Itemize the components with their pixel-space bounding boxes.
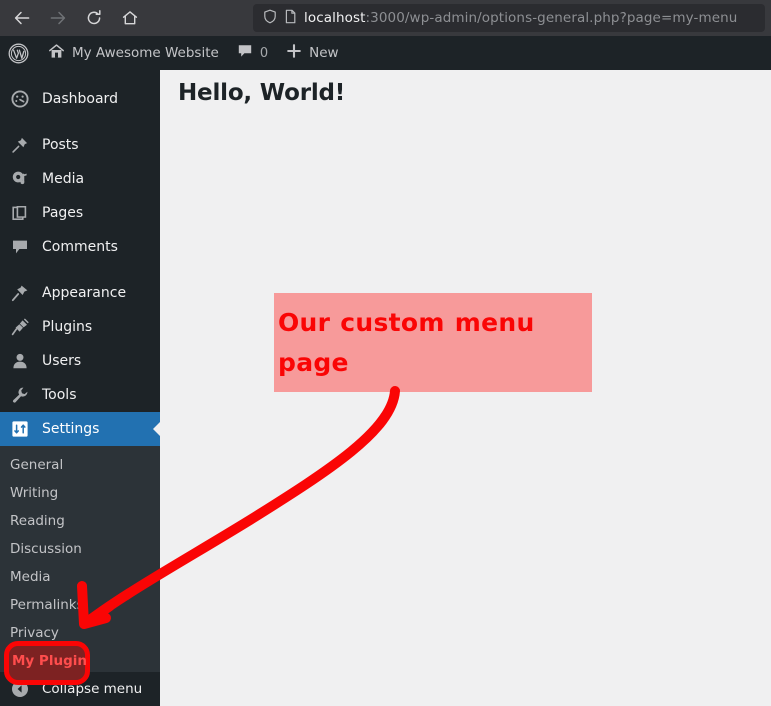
sidebar-item-posts[interactable]: Posts bbox=[0, 128, 160, 162]
sidebar-item-label: Media bbox=[42, 171, 85, 187]
sidebar-item-label: Dashboard bbox=[42, 91, 118, 107]
address-bar[interactable]: localhost:3000/wp-admin/options-general.… bbox=[253, 4, 765, 32]
sidebar-item-label: Plugins bbox=[42, 319, 93, 335]
site-name-label: My Awesome Website bbox=[72, 45, 219, 61]
submenu-item-general[interactable]: General bbox=[0, 451, 160, 479]
home-house-icon bbox=[48, 43, 65, 64]
url-text: localhost:3000/wp-admin/options-general.… bbox=[304, 10, 737, 26]
sidebar-item-dashboard[interactable]: Dashboard bbox=[0, 82, 160, 116]
settings-icon bbox=[10, 419, 30, 439]
shield-icon bbox=[263, 9, 277, 28]
submenu-item-permalinks[interactable]: Permalinks bbox=[0, 591, 160, 619]
sidebar-item-pages[interactable]: Pages bbox=[0, 196, 160, 230]
sidebar-item-label: Settings bbox=[42, 421, 100, 437]
submenu-item-discussion[interactable]: Discussion bbox=[0, 535, 160, 563]
browser-nav-buttons bbox=[0, 3, 148, 33]
home-icon[interactable] bbox=[112, 3, 148, 33]
submenu-item-reading[interactable]: Reading bbox=[0, 507, 160, 535]
users-icon bbox=[10, 351, 30, 371]
new-label: New bbox=[309, 45, 339, 61]
dashboard-icon bbox=[10, 89, 30, 109]
pages-icon bbox=[10, 203, 30, 223]
sidebar-item-plugins[interactable]: Plugins bbox=[0, 310, 160, 344]
appearance-icon bbox=[10, 283, 30, 303]
sidebar-separator bbox=[0, 264, 160, 276]
pin-icon bbox=[10, 135, 30, 155]
url-path: :3000/wp-admin/options-general.php?page=… bbox=[365, 10, 738, 26]
sidebar-item-label: Users bbox=[42, 353, 82, 369]
submenu-item-media[interactable]: Media bbox=[0, 563, 160, 591]
admin-sidebar: Dashboard Posts Media Pages Comments App… bbox=[0, 70, 160, 706]
collapse-menu-button[interactable]: Collapse menu bbox=[0, 672, 160, 706]
browser-toolbar: localhost:3000/wp-admin/options-general.… bbox=[0, 0, 771, 36]
media-icon bbox=[10, 169, 30, 189]
sidebar-item-label: Tools bbox=[42, 387, 77, 403]
sidebar-item-label: Appearance bbox=[42, 285, 127, 301]
site-name-menu[interactable]: My Awesome Website bbox=[39, 36, 228, 70]
wp-admin-bar: My Awesome Website 0 New bbox=[0, 36, 771, 70]
wordpress-logo-icon[interactable] bbox=[0, 36, 39, 70]
plus-icon bbox=[286, 43, 302, 63]
collapse-arrow-icon bbox=[10, 679, 30, 699]
sidebar-item-label: Pages bbox=[42, 205, 84, 221]
page-icon bbox=[284, 9, 297, 28]
sidebar-top-spacer bbox=[0, 70, 160, 82]
comments-icon bbox=[10, 237, 30, 257]
url-host: localhost bbox=[304, 10, 366, 26]
sidebar-item-media[interactable]: Media bbox=[0, 162, 160, 196]
sidebar-item-label: Posts bbox=[42, 137, 79, 153]
settings-submenu: General Writing Reading Discussion Media… bbox=[0, 446, 160, 682]
sidebar-item-appearance[interactable]: Appearance bbox=[0, 276, 160, 310]
plugins-icon bbox=[10, 317, 30, 337]
tools-icon bbox=[10, 385, 30, 405]
submenu-item-writing[interactable]: Writing bbox=[0, 479, 160, 507]
comment-bubble-icon bbox=[237, 43, 253, 63]
comments-bubble-menu[interactable]: 0 bbox=[228, 36, 277, 70]
sidebar-item-label: Comments bbox=[42, 239, 118, 255]
sidebar-item-comments[interactable]: Comments bbox=[0, 230, 160, 264]
main-content: Hello, World! bbox=[160, 70, 771, 706]
reload-icon[interactable] bbox=[76, 3, 112, 33]
browser-window: localhost:3000/wp-admin/options-general.… bbox=[0, 0, 771, 706]
new-content-menu[interactable]: New bbox=[277, 36, 347, 70]
forward-arrow-icon bbox=[40, 3, 76, 33]
sidebar-item-settings[interactable]: Settings bbox=[0, 412, 160, 446]
page-title: Hello, World! bbox=[178, 80, 346, 106]
submenu-item-privacy[interactable]: Privacy bbox=[0, 619, 160, 647]
comments-count: 0 bbox=[259, 45, 269, 61]
collapse-menu-label: Collapse menu bbox=[42, 681, 143, 697]
sidebar-item-tools[interactable]: Tools bbox=[0, 378, 160, 412]
sidebar-item-users[interactable]: Users bbox=[0, 344, 160, 378]
sidebar-separator bbox=[0, 116, 160, 128]
back-arrow-icon[interactable] bbox=[4, 3, 40, 33]
